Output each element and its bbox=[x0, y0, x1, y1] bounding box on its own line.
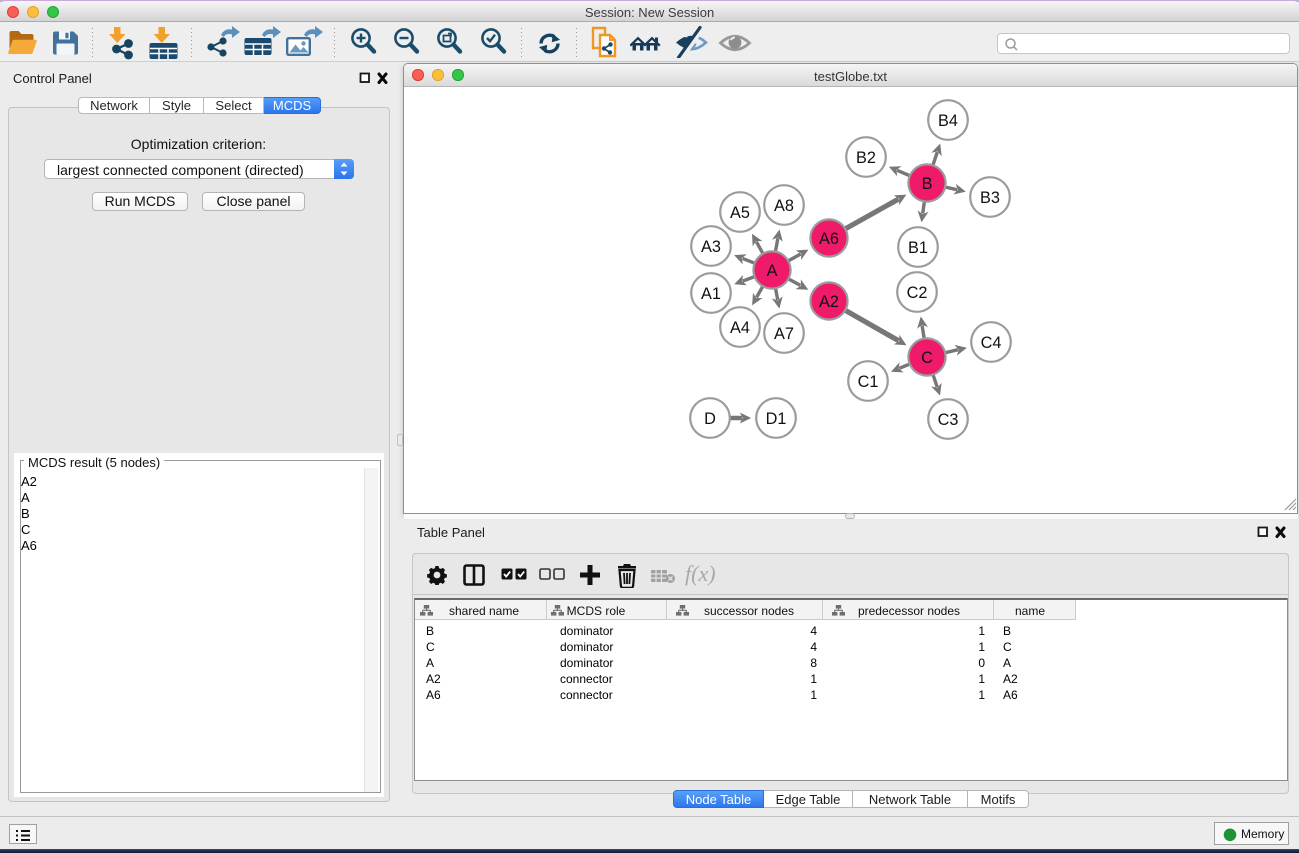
svg-text:A8: A8 bbox=[774, 197, 794, 215]
svg-text:A1: A1 bbox=[701, 285, 721, 303]
svg-text:C4: C4 bbox=[981, 334, 1002, 352]
svg-text:A: A bbox=[767, 262, 778, 280]
svg-text:D: D bbox=[704, 410, 716, 428]
svg-text:B1: B1 bbox=[908, 239, 928, 257]
svg-text:C1: C1 bbox=[858, 373, 879, 391]
svg-text:A4: A4 bbox=[730, 319, 750, 337]
svg-text:D1: D1 bbox=[766, 410, 787, 428]
svg-text:B4: B4 bbox=[938, 112, 958, 130]
svg-text:A3: A3 bbox=[701, 238, 721, 256]
svg-text:C3: C3 bbox=[938, 411, 959, 429]
svg-text:C: C bbox=[921, 349, 933, 367]
svg-text:B: B bbox=[922, 175, 933, 193]
svg-text:B3: B3 bbox=[980, 189, 1000, 207]
svg-text:A2: A2 bbox=[819, 293, 839, 311]
svg-text:B2: B2 bbox=[856, 149, 876, 167]
svg-text:A6: A6 bbox=[819, 230, 839, 248]
svg-text:C2: C2 bbox=[907, 284, 928, 302]
svg-text:A5: A5 bbox=[730, 204, 750, 222]
svg-text:A7: A7 bbox=[774, 325, 794, 343]
